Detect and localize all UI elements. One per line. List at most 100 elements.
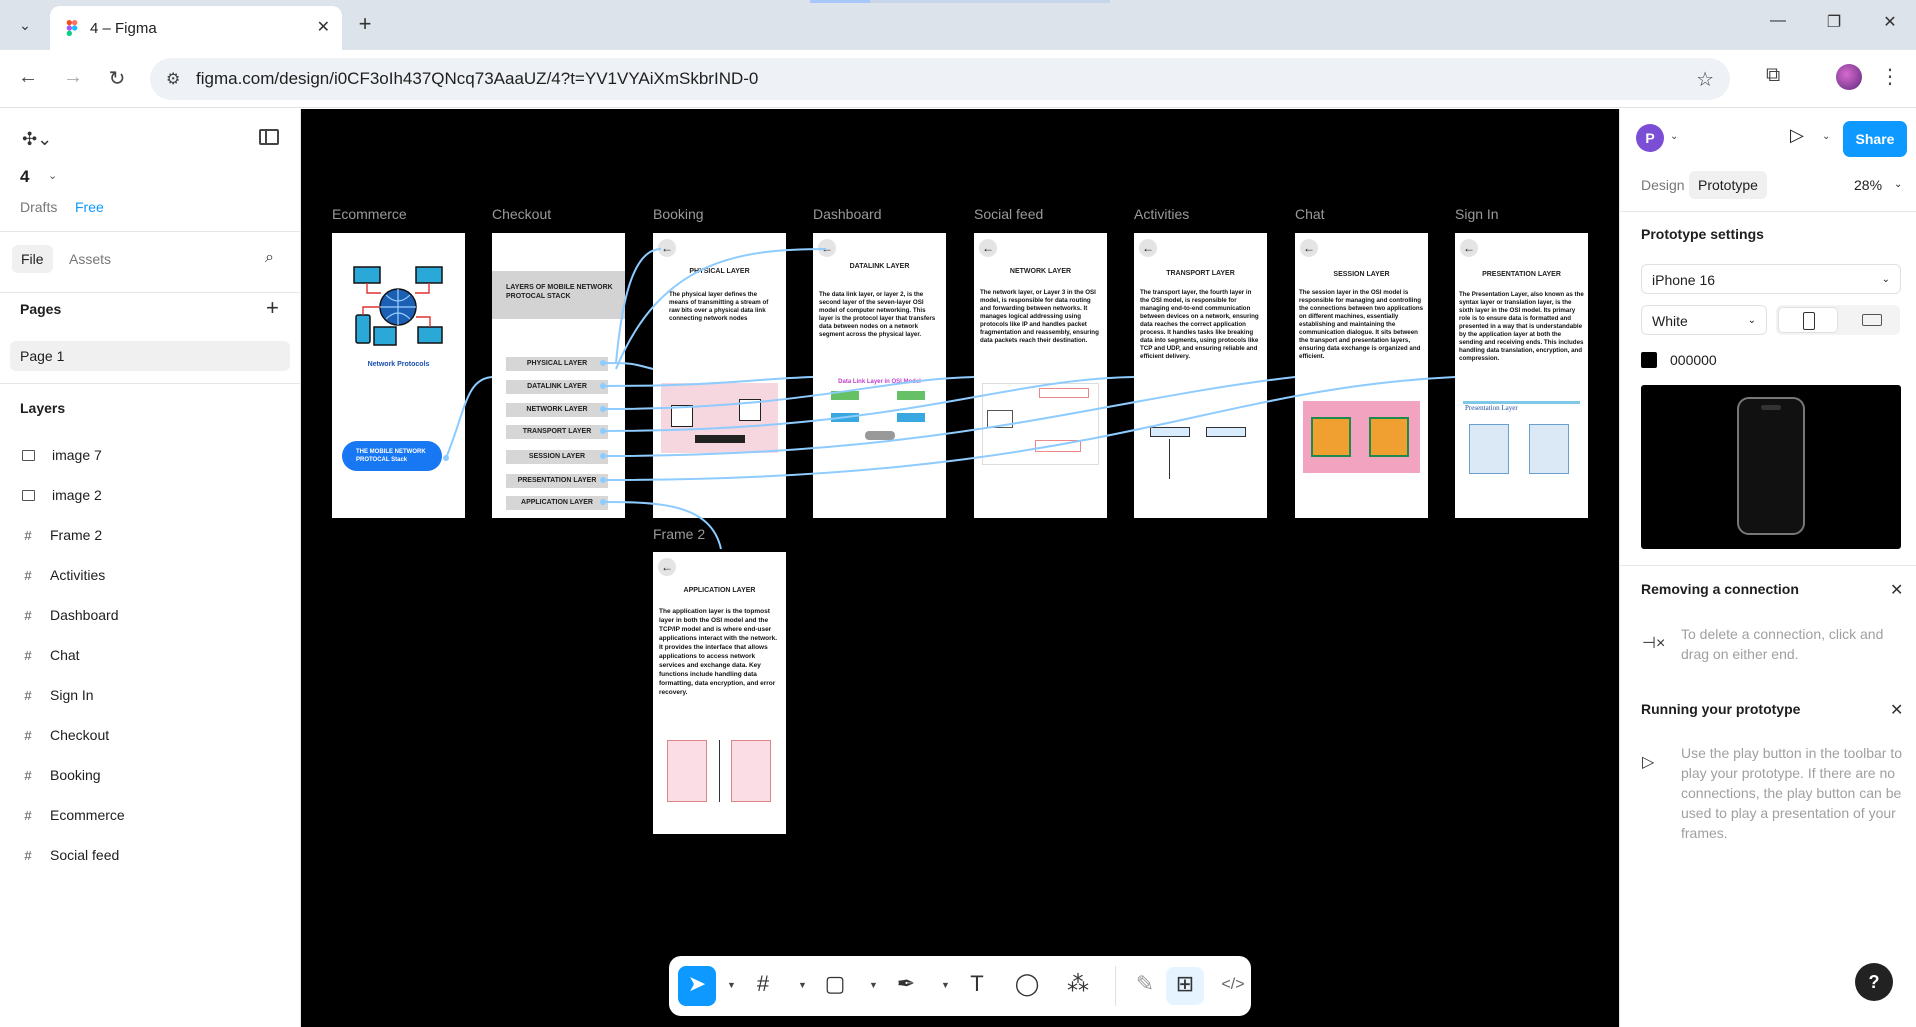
design-mode-icon[interactable]: ⊞: [1170, 971, 1200, 997]
tab-assets[interactable]: Assets: [69, 251, 111, 267]
chevron-down-icon: ⌄: [1881, 274, 1890, 285]
layer-item[interactable]: # Chat: [20, 643, 79, 667]
image-icon: [22, 489, 35, 501]
text-tool-icon[interactable]: T: [962, 971, 992, 997]
layer-item[interactable]: image 2: [20, 483, 102, 507]
close-icon[interactable]: ✕: [1890, 580, 1903, 600]
layer-name: Social feed: [50, 847, 120, 863]
plan-badge[interactable]: Free: [75, 199, 104, 215]
comment-tool-icon[interactable]: ◯: [1012, 971, 1042, 997]
tab-strip-indicator: [810, 0, 870, 3]
layer-item[interactable]: image 7: [20, 443, 102, 467]
help-button[interactable]: ?: [1855, 963, 1893, 1001]
layer-item[interactable]: # Social feed: [20, 843, 119, 867]
chevron-down-icon[interactable]: ▼: [727, 980, 736, 990]
model-color-select[interactable]: White ⌄: [1641, 305, 1767, 335]
background-color-hex[interactable]: 000000: [1670, 352, 1717, 368]
move-tool-icon[interactable]: ➤: [682, 971, 712, 997]
profile-avatar[interactable]: [1836, 64, 1862, 90]
tab-design[interactable]: Design: [1641, 177, 1685, 193]
orientation-toggle[interactable]: [1776, 305, 1900, 335]
portrait-icon[interactable]: [1778, 307, 1838, 333]
layer-name: Booking: [50, 767, 101, 783]
forward-icon[interactable]: →: [59, 66, 87, 89]
figma-favicon-icon: [66, 20, 78, 36]
frame-icon: #: [24, 807, 32, 823]
frame-tool-icon[interactable]: #: [748, 971, 778, 997]
layer-item[interactable]: # Frame 2: [20, 523, 102, 547]
back-icon[interactable]: ←: [14, 66, 42, 89]
frame-icon: #: [24, 687, 32, 703]
search-icon[interactable]: ⌕: [265, 249, 274, 267]
chevron-down-icon[interactable]: ▼: [869, 980, 878, 990]
prototype-settings-heading: Prototype settings: [1641, 226, 1764, 242]
removing-connection-hint: To delete a connection, click and drag o…: [1681, 626, 1884, 662]
pen-tool-icon[interactable]: ✒: [891, 971, 921, 997]
layer-item[interactable]: # Sign In: [20, 683, 94, 707]
chevron-down-icon[interactable]: ⌄: [1894, 179, 1902, 190]
layer-item[interactable]: # Dashboard: [20, 603, 119, 627]
chevron-down-icon[interactable]: ⌄: [1822, 131, 1830, 142]
chevron-down-icon[interactable]: ⌄: [1670, 131, 1678, 142]
file-name-chevron-icon[interactable]: ⌄: [48, 169, 57, 182]
tab-prototype[interactable]: Prototype: [1689, 171, 1767, 199]
browser-tab-bar: ⌄ 4 – Figma ✕ + — ❐ ✕: [0, 0, 1916, 50]
image-icon: [22, 449, 35, 461]
running-prototype-hint: Use the play button in the toolbar to pl…: [1681, 745, 1903, 841]
divider: [0, 383, 300, 384]
extensions-icon[interactable]: ⧉: [1766, 64, 1780, 87]
layer-item[interactable]: # Checkout: [20, 723, 109, 747]
panel-toggle-icon[interactable]: [259, 129, 279, 145]
layer-name: image 7: [52, 447, 102, 463]
left-panel: ✣⌄ 4 ⌄ Drafts Free File Assets ⌕ Pages +…: [0, 109, 301, 1027]
close-window-icon[interactable]: ✕: [1875, 12, 1905, 32]
page-item[interactable]: Page 1: [10, 341, 290, 371]
zoom-level[interactable]: 28%: [1854, 177, 1882, 193]
browser-menu-icon[interactable]: ⋮: [1880, 64, 1900, 89]
tab-file[interactable]: File: [12, 245, 53, 273]
device-preview: [1641, 385, 1901, 549]
frame-icon: #: [24, 847, 32, 863]
new-tab-icon[interactable]: +: [352, 11, 378, 37]
figma-main-menu-icon[interactable]: ✣⌄: [22, 129, 52, 150]
frame-icon: #: [24, 647, 32, 663]
tab-close-icon[interactable]: ✕: [317, 17, 330, 37]
file-name[interactable]: 4: [20, 167, 29, 187]
tab-search-chevron-icon[interactable]: ⌄: [9, 10, 41, 40]
removing-connection-heading: Removing a connection: [1641, 581, 1799, 597]
actions-tool-icon[interactable]: ⁂: [1063, 971, 1093, 997]
design-canvas[interactable]: Ecommerce Checkout Booking Dashboard Soc…: [301, 109, 1619, 1027]
layer-item[interactable]: # Ecommerce: [20, 803, 124, 827]
avatar[interactable]: P: [1636, 124, 1664, 152]
add-page-icon[interactable]: +: [266, 295, 279, 321]
disconnect-icon: ⊣×: [1642, 635, 1666, 652]
layer-item[interactable]: # Activities: [20, 563, 105, 587]
reload-icon[interactable]: ↻: [103, 66, 131, 91]
bookmark-star-icon[interactable]: ☆: [1696, 67, 1714, 92]
rectangle-tool-icon[interactable]: ▢: [820, 971, 850, 997]
layer-name: Frame 2: [50, 527, 103, 543]
device-select[interactable]: iPhone 16 ⌄: [1641, 264, 1901, 294]
close-icon[interactable]: ✕: [1890, 700, 1903, 720]
chevron-down-icon[interactable]: ▼: [941, 980, 950, 990]
layer-name: Sign In: [50, 687, 94, 703]
draw-mode-icon[interactable]: ✎: [1130, 971, 1160, 997]
drafts-link[interactable]: Drafts: [20, 199, 57, 215]
layer-name: Dashboard: [50, 607, 119, 623]
chevron-down-icon: ⌄: [1747, 315, 1756, 326]
chevron-down-icon[interactable]: ▼: [798, 980, 807, 990]
share-button[interactable]: Share: [1843, 121, 1907, 157]
layers-heading: Layers: [20, 400, 66, 416]
browser-tab[interactable]: 4 – Figma ✕: [50, 6, 342, 50]
background-color-swatch[interactable]: [1641, 352, 1657, 368]
url-field[interactable]: ⚙ figma.com/design/i0CF3oIh437QNcq73AaaU…: [150, 58, 1730, 100]
play-icon: ▷: [1642, 754, 1655, 771]
present-play-icon[interactable]: ▷: [1790, 125, 1804, 146]
dev-mode-icon[interactable]: </>: [1218, 976, 1248, 994]
divider: [1115, 966, 1116, 1006]
restore-icon[interactable]: ❐: [1819, 12, 1849, 32]
site-settings-icon[interactable]: ⚙: [166, 69, 180, 89]
layer-item[interactable]: # Booking: [20, 763, 101, 787]
frame-icon: #: [24, 727, 32, 743]
minimize-icon[interactable]: —: [1763, 12, 1793, 30]
